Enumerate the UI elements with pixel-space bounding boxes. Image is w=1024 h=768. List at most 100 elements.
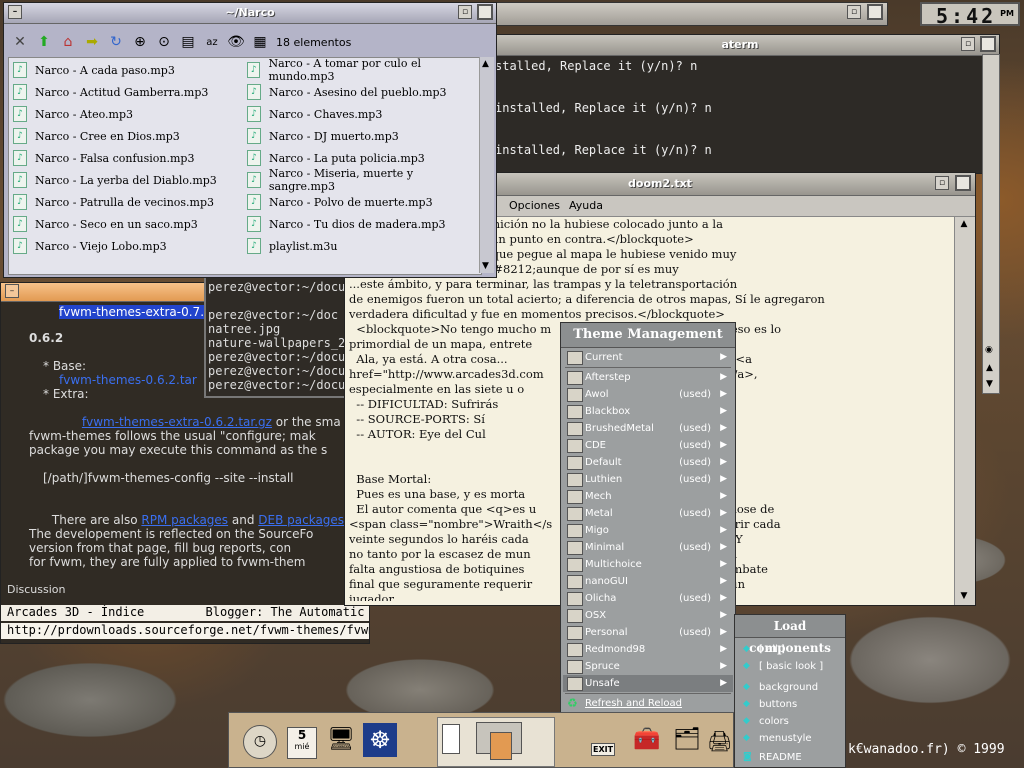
rpm-link[interactable]: RPM packages [141,513,228,527]
menu-item-theme[interactable]: Spruce ▶ [563,658,733,675]
menu-item-theme[interactable]: Minimal (used) ▶ [563,539,733,556]
bookmark-arcades[interactable]: Arcades 3D - Índice [1,605,144,619]
file-item[interactable]: ♪ Narco - Patrulla de vecinos.mp3 [13,192,214,212]
file-item[interactable]: ♪ Narco - Seco en un saco.mp3 [13,214,198,234]
menu-item-theme[interactable]: Awol (used) ▶ [563,386,733,403]
bookmark-blogger[interactable]: Blogger: The Automatic Eart [152,605,369,619]
folder-icon[interactable]: 🗂 [673,727,701,752]
menu-item-theme[interactable]: Mech ▶ [563,488,733,505]
menu-item-theme[interactable]: Afterstep ▶ [563,369,733,386]
file-item[interactable]: ♪ Narco - Tu dios de madera.mp3 [247,214,446,234]
menu-item-theme[interactable]: Default (used) ▶ [563,454,733,471]
maximize-button[interactable] [867,4,883,20]
deb-link[interactable]: DEB packages [258,513,344,527]
editor-scrollbar[interactable]: ▲ ▼ [954,217,975,605]
menu-item-theme[interactable]: Personal (used) ▶ [563,624,733,641]
menu-item-refresh-and-reload[interactable]: ♻ Refresh and Reload [563,695,733,712]
menu-item-load[interactable]: ◆ colors [737,713,843,730]
pager-desk[interactable] [437,717,555,767]
menu-opciones[interactable]: Opciones [509,196,560,216]
menu-item-theme[interactable]: Olicha (used) ▶ [563,590,733,607]
bookmarks-bar: Arcades 3D - Índice Blogger: The Automat… [1,605,369,621]
file-item[interactable]: ♪ Narco - A cada paso.mp3 [13,60,175,80]
menu-item-load[interactable]: ◆ buttons [737,696,843,713]
minimize-button[interactable]: ▫ [847,5,861,19]
maximize-button[interactable] [980,36,996,52]
menu-item-theme[interactable]: Migo ▶ [563,522,733,539]
menu-item-theme[interactable]: OSX ▶ [563,607,733,624]
menu-item-theme[interactable]: BrushedMetal (used) ▶ [563,420,733,437]
minimize-button[interactable]: ▫ [935,176,949,190]
url-bar[interactable]: http://prdownloads.sourceforge.net/fvwm-… [1,623,369,639]
zoom-fit-icon[interactable]: ⊙ [154,32,174,52]
menu-item-theme[interactable]: Unsafe ▶ [563,675,733,692]
menu-item-load[interactable]: ◆ menustyle [737,730,843,747]
file-item[interactable]: ♪ Narco - Asesino del pueblo.mp3 [247,82,447,102]
list-view-icon[interactable]: ▤ [178,32,198,52]
menu-item-load[interactable]: ◙ README [737,749,843,766]
file-list-scrollbar[interactable]: ▲ ▼ [479,57,494,273]
menu-item-theme[interactable]: Luthien (used) ▶ [563,471,733,488]
load-menu-title: Load components [735,615,845,655]
file-item[interactable]: ♪ Narco - Actitud Gamberra.mp3 [13,82,208,102]
file-item[interactable]: ♪ playlist.m3u [247,236,337,256]
aterm-scrollbar[interactable]: ◉ ▲ ▼ [982,54,1000,394]
scroll-up-arrow-icon[interactable]: ▲ [957,219,971,231]
file-item[interactable]: ♪ Narco - Falsa confusion.mp3 [13,148,194,168]
refresh-icon[interactable]: ↻ [106,32,126,52]
base-link[interactable]: fvwm-themes-0.6.2.tar [59,373,197,387]
maximize-button[interactable] [955,175,971,191]
forward-arrow-icon[interactable]: ➡ [82,32,102,52]
aterm-titlebar[interactable]: aterm ▫ [481,35,999,56]
file-item[interactable]: ♪ Narco - Polvo de muerte.mp3 [247,192,433,212]
minimize-button[interactable]: ▫ [458,5,472,19]
extra-link[interactable]: fvwm-themes-extra-0.6.2.tar.gz [82,415,272,429]
minimize-button[interactable]: ▫ [961,37,975,51]
menu-item-theme[interactable]: Metal (used) ▶ [563,505,733,522]
browser-menu-button[interactable]: – [5,284,19,298]
tools-icon[interactable]: 🧰 [633,727,660,752]
ship-wheel-icon[interactable]: ☸ [363,723,397,757]
link-extra-top[interactable]: fvwm-themes-extra-0.7. [59,305,205,319]
close-icon[interactable]: ✕ [10,32,30,52]
scroll-down-arrow-icon[interactable]: ▼ [986,379,993,389]
details-icon[interactable]: ▦ [250,32,270,52]
file-item[interactable]: ♪ Narco - Ateo.mp3 [13,104,133,124]
file-item[interactable]: ♪ Narco - Viejo Lobo.mp3 [13,236,167,256]
scroll-up-arrow-icon[interactable]: ▲ [986,363,993,373]
file-item[interactable]: ♪ Narco - La puta policia.mp3 [247,148,425,168]
scroll-up-arrow-icon[interactable]: ◉ [985,345,993,355]
maximize-button[interactable] [477,4,493,20]
document-icon[interactable]: 🖨 [707,729,732,753]
menu-item-theme[interactable]: Multichoice ▶ [563,556,733,573]
scroll-down-arrow-icon[interactable]: ▼ [957,591,971,603]
menu-item-load[interactable]: ◆ background [737,679,843,696]
file-item[interactable]: ♪ Narco - La yerba del Diablo.mp3 [13,170,217,190]
zoom-in-icon[interactable]: ⊕ [130,32,150,52]
menu-item-load[interactable]: ◆ [ basic look ] [737,658,843,675]
menu-item-load[interactable]: ◆ [ all ] [737,641,843,658]
home-icon[interactable]: ⌂ [58,32,78,52]
menu-item-theme[interactable]: Blackbox ▶ [563,403,733,420]
file-manager-titlebar[interactable]: – ~/Narco ▫ [4,3,496,24]
computer-icon[interactable]: 🖥 [327,727,355,752]
menu-item-theme[interactable]: CDE (used) ▶ [563,437,733,454]
dock-calendar[interactable]: 5 mié [287,727,317,759]
dock-clock-icon[interactable]: ◷ [243,725,277,759]
file-item[interactable]: ♪ Narco - Chaves.mp3 [247,104,382,124]
menu-item-theme[interactable]: nanoGUI ▶ [563,573,733,590]
scroll-down-arrow-icon[interactable]: ▼ [482,261,489,271]
view-hidden-icon[interactable]: 👁 [226,32,246,52]
file-item[interactable]: ♪ Narco - DJ muerto.mp3 [247,126,399,146]
menu-item-current[interactable]: Current ▶ [563,349,733,366]
exit-button[interactable]: EXIT [591,743,616,756]
file-item[interactable]: ♪ Narco - Miseria, muerte y sangre.mp3 [247,167,481,193]
up-arrow-icon[interactable]: ⬆ [34,32,54,52]
sort-icon[interactable]: az [202,32,222,52]
file-item[interactable]: ♪ Narco - Cree en Dios.mp3 [13,126,180,146]
menu-ayuda[interactable]: Ayuda [569,196,603,216]
window-menu-button[interactable]: – [8,5,22,19]
scroll-up-arrow-icon[interactable]: ▲ [482,59,489,69]
menu-item-theme[interactable]: Redmond98 ▶ [563,641,733,658]
file-item[interactable]: ♪ Narco - A tomar por culo el mundo.mp3 [247,57,481,83]
